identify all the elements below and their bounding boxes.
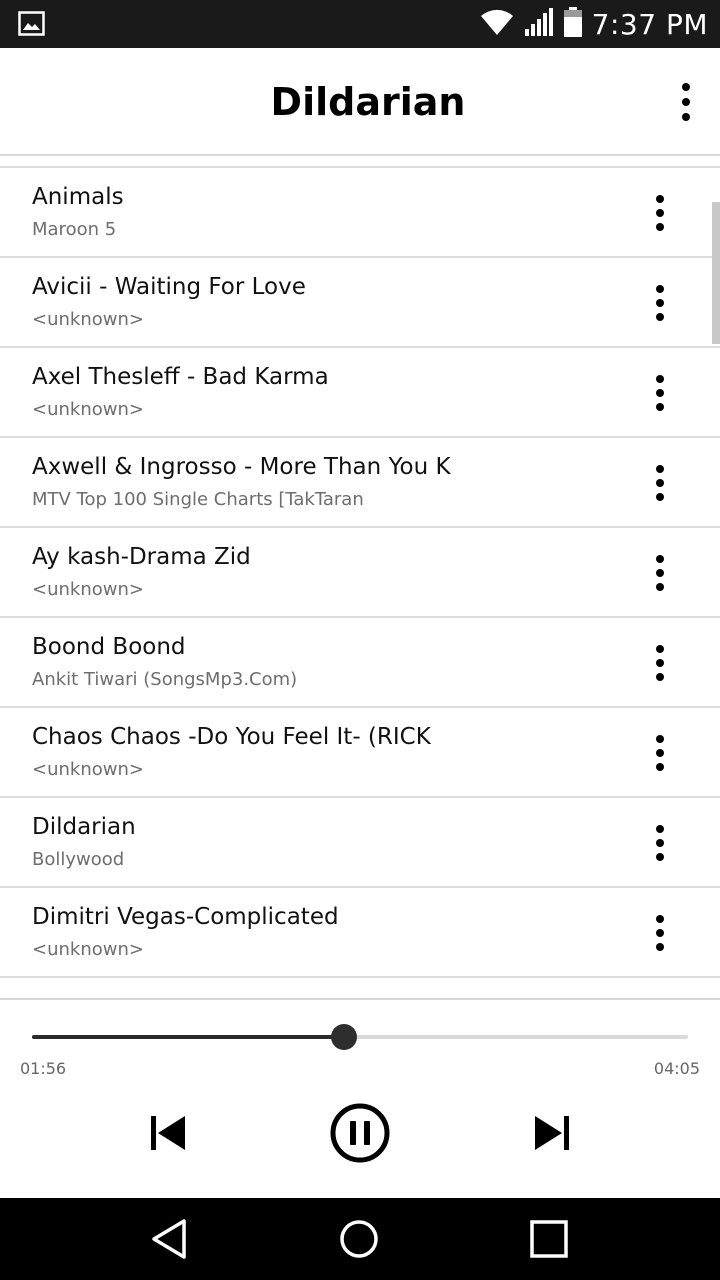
song-artist: Maroon 5 [32,219,117,240]
skip-previous-icon [148,1113,188,1158]
more-vert-icon[interactable] [640,822,680,864]
song-title: Animals [32,184,124,210]
more-vert-icon[interactable] [640,282,680,324]
more-vert-icon[interactable] [640,642,680,684]
app-bar: Dildarian [0,48,720,156]
song-artist: <unknown> [32,759,144,780]
song-row[interactable]: Axel Thesleff - Bad Karma <unknown> [0,348,720,438]
battery-icon [563,6,582,42]
more-vert-icon[interactable] [640,192,680,234]
song-title: Dimitri Vegas-Complicated [32,904,339,930]
system-nav-bar [0,1198,720,1280]
song-row[interactable]: Dimitri Vegas-Complicated <unknown> [0,888,720,978]
song-artist: <unknown> [32,939,144,960]
status-time: 7:37 PM [591,7,708,41]
pause-icon [329,1102,391,1169]
back-icon[interactable] [140,1214,200,1264]
more-vert-icon[interactable] [640,462,680,504]
status-icons: 7:37 PM [480,0,708,48]
more-vert-icon[interactable] [640,912,680,954]
more-vert-icon[interactable] [640,372,680,414]
total-time: 04:05 [653,1059,700,1078]
song-title: Boond Boond [32,634,186,660]
song-title: Avicii - Waiting For Love [32,274,306,300]
skip-previous-button[interactable] [133,1100,203,1170]
song-row[interactable]: Dildarian Bollywood [0,798,720,888]
seek-thumb[interactable] [330,1024,357,1050]
status-bar: 7:37 PM [0,0,720,48]
pause-button[interactable] [325,1100,395,1170]
more-vert-icon[interactable] [666,78,706,126]
more-vert-icon[interactable] [640,552,680,594]
song-title: Dildarian [32,814,136,840]
song-title: Ay kash-Drama Zid [32,544,251,570]
more-vert-icon[interactable] [640,732,680,774]
skip-next-icon [532,1113,572,1158]
song-artist: MTV Top 100 Single Charts [TakTaran [32,489,364,510]
player-controls: 01:56 04:05 [0,998,720,1198]
scrollbar[interactable] [712,202,720,344]
elapsed-time: 01:56 [20,1059,67,1078]
song-row[interactable]: Chaos Chaos -Do You Feel It- (RICK <unkn… [0,708,720,798]
song-artist: Bollywood [32,849,125,870]
recents-icon[interactable] [519,1214,579,1264]
song-artist: <unknown> [32,399,144,420]
song-row[interactable]: Avicii - Waiting For Love <unknown> [0,258,720,348]
seek-bar[interactable] [32,1024,688,1050]
list-divider [0,158,720,168]
song-title: Chaos Chaos -Do You Feel It- (RICK [32,724,431,750]
song-row[interactable]: Animals Maroon 5 [0,168,720,258]
song-row[interactable]: Axwell & Ingrosso - More Than You K MTV … [0,438,720,528]
seek-progress [32,1035,344,1039]
signal-icon [524,7,554,42]
song-list[interactable]: Animals Maroon 5 Avicii - Waiting For Lo… [0,158,720,998]
song-artist: Ankit Tiwari (SongsMp3.Com) [32,669,298,690]
song-artist: <unknown> [32,309,144,330]
song-title: Axwell & Ingrosso - More Than You K [32,454,451,480]
song-artist: <unknown> [32,579,144,600]
page-title: Dildarian [270,80,466,124]
song-row[interactable]: Boond Boond Ankit Tiwari (SongsMp3.Com) [0,618,720,708]
skip-next-button[interactable] [517,1100,587,1170]
song-title: Axel Thesleff - Bad Karma [32,364,329,390]
image-notification-icon [18,11,45,36]
song-row[interactable]: Ay kash-Drama Zid <unknown> [0,528,720,618]
wifi-icon [480,8,514,41]
home-icon[interactable] [329,1214,389,1264]
